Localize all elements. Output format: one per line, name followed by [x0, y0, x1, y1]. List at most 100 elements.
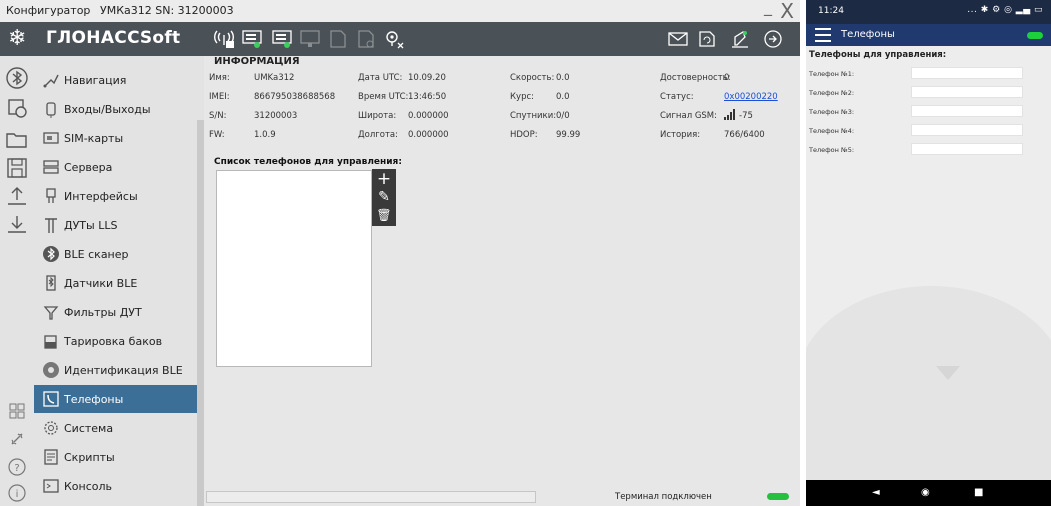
info-gsm-value: -75 — [739, 111, 753, 121]
sidebar-item-6[interactable]: BLE сканер — [34, 240, 197, 268]
sidebar-item-label: Интерфейсы — [64, 190, 138, 203]
info-date-value: 10.09.20 — [408, 73, 446, 83]
sidebar-scrollbar[interactable] — [197, 120, 204, 506]
minimize-button[interactable]: _ — [764, 0, 772, 16]
phone-list[interactable] — [216, 170, 372, 367]
sim-icon — [42, 129, 60, 147]
satellite-icon[interactable] — [729, 29, 751, 49]
svg-text:i: i — [16, 489, 19, 500]
location-off-icon[interactable] — [383, 29, 405, 49]
info-sn-label: S/N: — [209, 111, 227, 121]
info-sats-label: Спутники: — [510, 111, 557, 121]
phone-field-4[interactable] — [911, 124, 1023, 136]
bluetooth-rail-icon[interactable] — [5, 66, 29, 90]
sidebar-item-label: ДУТы LLS — [64, 219, 118, 232]
connection-led — [767, 493, 789, 500]
info-name-value: UMKa312 — [254, 73, 295, 83]
edit-phone-button[interactable]: ✎ — [375, 189, 393, 206]
ble-id-icon — [42, 361, 60, 379]
recent-apps-button[interactable]: ■ — [974, 487, 983, 498]
antenna-icon[interactable] — [213, 29, 235, 49]
system-icon — [42, 419, 60, 437]
status-bar: Терминал подключен — [204, 487, 800, 506]
firmware-icon[interactable] — [762, 29, 784, 49]
console-icon — [42, 477, 60, 495]
background-triangle — [936, 366, 960, 380]
navigation-icon — [42, 71, 60, 89]
hamburger-menu-icon[interactable] — [815, 28, 831, 42]
phone-time: 11:24 — [818, 6, 844, 16]
device-read-icon[interactable] — [241, 29, 263, 49]
phone-field-5[interactable] — [911, 143, 1023, 155]
sidebar-item-11[interactable]: Телефоны — [34, 385, 197, 413]
info-hdop-value: 99.99 — [556, 130, 581, 140]
sidebar-item-label: Сервера — [64, 161, 113, 174]
info-heading: ИНФОРМАЦИЯ — [214, 56, 300, 67]
logo: ❄ ГЛОНАССSoft — [8, 26, 198, 52]
info-course-value: 0.0 — [556, 92, 570, 102]
info-icon[interactable]: i — [5, 481, 29, 505]
info-status-link[interactable]: 0x00200220 — [724, 92, 778, 102]
phone-icon — [42, 390, 60, 408]
phone-field-3[interactable] — [911, 105, 1023, 117]
sidebar-item-label: BLE сканер — [64, 248, 129, 261]
refresh-icon[interactable] — [696, 29, 718, 49]
sidebar-item-8[interactable]: Фильтры ДУТ — [34, 298, 197, 326]
sidebar-item-label: Телефоны — [64, 393, 124, 406]
sidebar-item-label: Скрипты — [64, 451, 115, 464]
phone-nav-bar: ◄ ◉ ■ — [806, 480, 1051, 506]
signal-bars-icon — [724, 109, 738, 123]
phone-form: Телефоны для управления: Телефон №1: Тел… — [806, 46, 1051, 480]
info-name-label: Имя: — [209, 73, 230, 83]
device-settings-rail-icon[interactable] — [5, 96, 29, 120]
device-disabled-icon — [299, 29, 321, 49]
sidebar-item-13[interactable]: Скрипты — [34, 443, 197, 471]
download-icon[interactable] — [5, 212, 29, 236]
logo-text: ГЛОНАССSoft — [46, 28, 181, 48]
info-lon-value: 0.000000 — [408, 130, 449, 140]
folder-open-icon[interactable] — [5, 128, 29, 152]
sidebar-item-0[interactable]: Навигация — [34, 66, 197, 94]
home-button[interactable]: ◉ — [921, 487, 930, 498]
window-subtitle: УМКа312 SN: 31200003 — [100, 4, 234, 17]
add-phone-button[interactable]: + — [375, 171, 393, 188]
delete-phone-button[interactable]: 🗑 — [375, 207, 393, 224]
info-sn-value: 31200003 — [254, 111, 298, 121]
ble-sensor-icon — [42, 274, 60, 292]
upload-icon[interactable] — [5, 184, 29, 208]
info-time-value: 13:46:50 — [408, 92, 447, 102]
sidebar-item-label: Навигация — [64, 74, 127, 87]
save-icon[interactable] — [5, 156, 29, 180]
envelope-icon[interactable] — [667, 29, 689, 49]
sidebar-item-2[interactable]: SIM-карты — [34, 124, 197, 152]
sidebar-item-9[interactable]: Тарировка баков — [34, 327, 197, 355]
link-icon[interactable] — [5, 427, 29, 451]
help-icon[interactable]: ? — [5, 455, 29, 479]
info-date-label: Дата UTC: — [358, 73, 403, 83]
sidebar-item-4[interactable]: Интерфейсы — [34, 182, 197, 210]
sidebar-item-3[interactable]: Сервера — [34, 153, 197, 181]
info-history-value: 766/6400 — [724, 130, 765, 140]
sidebar-item-1[interactable]: Входы/Выходы — [34, 95, 197, 123]
back-button[interactable]: ◄ — [872, 487, 880, 498]
sidebar-item-label: Система — [64, 422, 114, 435]
io-icon — [42, 100, 60, 118]
info-sats-value: 0/0 — [556, 111, 570, 121]
phone-form-header: Телефоны для управления: — [809, 50, 947, 60]
sidebar-item-7[interactable]: Датчики BLE — [34, 269, 197, 297]
phone-field-2[interactable] — [911, 86, 1023, 98]
sidebar-item-10[interactable]: Идентификация BLE — [34, 356, 197, 384]
phone-connection-led — [1027, 32, 1043, 39]
sidebar-item-label: Тарировка баков — [64, 335, 163, 348]
bluetooth-icon — [42, 245, 60, 263]
device-write-icon[interactable] — [271, 29, 293, 49]
sidebar-item-12[interactable]: Система — [34, 414, 197, 442]
grid-icon[interactable] — [5, 399, 29, 423]
sidebar-item-14[interactable]: Консоль — [34, 472, 197, 500]
info-lat-value: 0.000000 — [408, 111, 449, 121]
info-fw-label: FW: — [209, 130, 225, 140]
phone-field-1[interactable] — [911, 67, 1023, 79]
sidebar-item-5[interactable]: ДУТы LLS — [34, 211, 197, 239]
close-button[interactable]: X — [780, 0, 794, 22]
phone-list-label: Список телефонов для управления: — [214, 157, 402, 167]
